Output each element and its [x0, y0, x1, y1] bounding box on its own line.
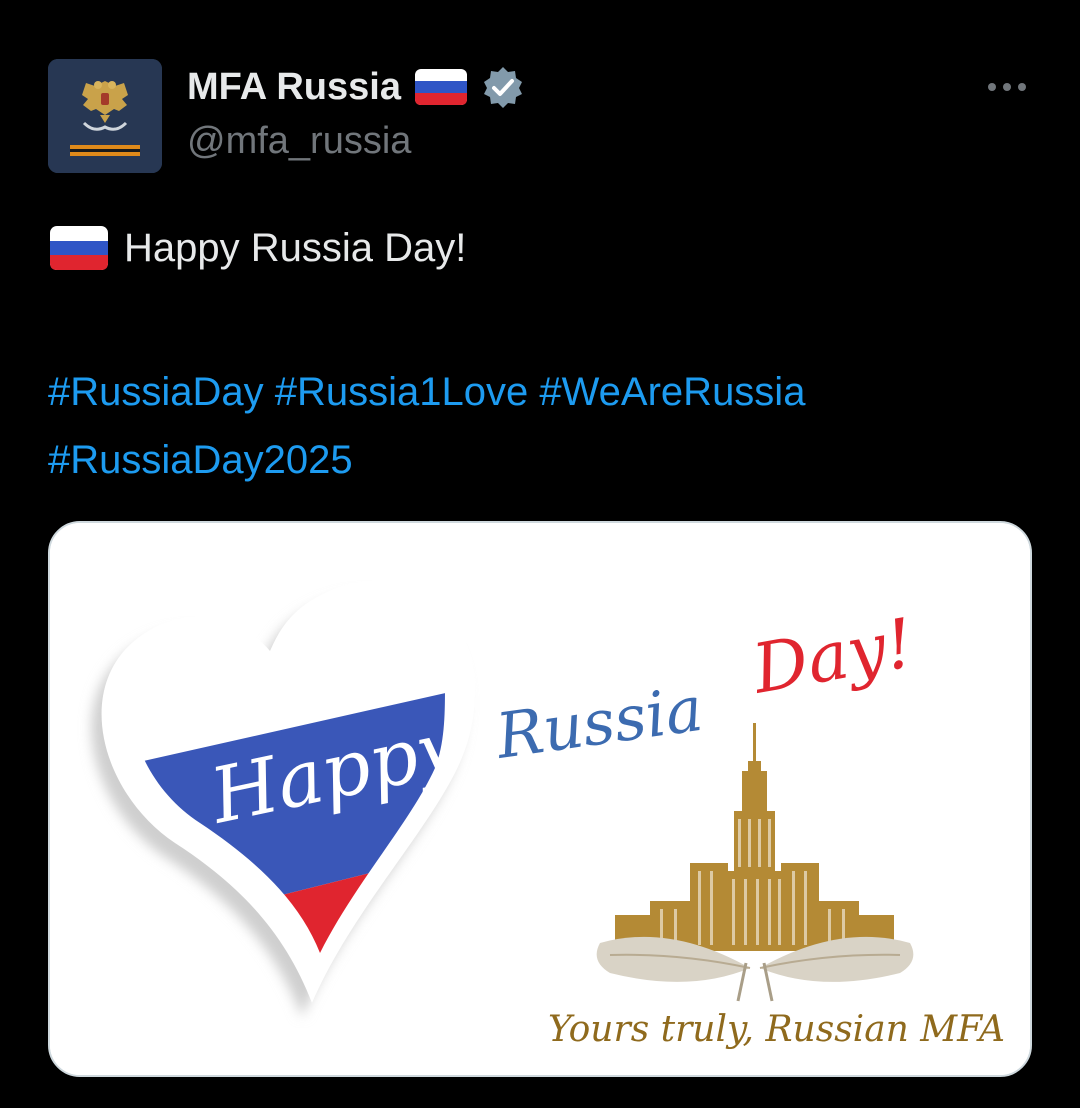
hashtag-link[interactable]: #RussiaDay	[48, 370, 264, 414]
verified-badge-icon[interactable]	[481, 65, 525, 109]
signature-text: Yours truly, Russian MFA	[548, 1009, 1005, 1050]
tweet-text: Happy Russia Day!	[124, 225, 467, 270]
russian-flag-icon	[50, 226, 108, 270]
author-name-row: MFA Russia	[187, 62, 525, 112]
coat-of-arms-icon	[48, 59, 162, 173]
tweet-media-image[interactable]: Happy Russia Day! Yours truly, Russian M…	[48, 521, 1032, 1077]
hashtag-link[interactable]: #Russia1Love	[275, 370, 529, 414]
author-display-name[interactable]: MFA Russia	[187, 66, 401, 109]
more-options-icon	[988, 83, 1026, 91]
author-avatar[interactable]	[48, 59, 162, 173]
hashtag-link[interactable]: #WeAreRussia	[539, 370, 805, 414]
tweet-hashtags: #RussiaDay #Russia1Love #WeAreRussia #Ru…	[48, 358, 1038, 494]
more-options-button[interactable]	[984, 72, 1030, 102]
author-handle[interactable]: @mfa_russia	[187, 120, 411, 163]
russian-flag-icon	[414, 69, 467, 105]
tweet-text-line: Happy Russia Day!	[50, 222, 466, 274]
hashtag-link[interactable]: #RussiaDay2025	[48, 438, 353, 482]
